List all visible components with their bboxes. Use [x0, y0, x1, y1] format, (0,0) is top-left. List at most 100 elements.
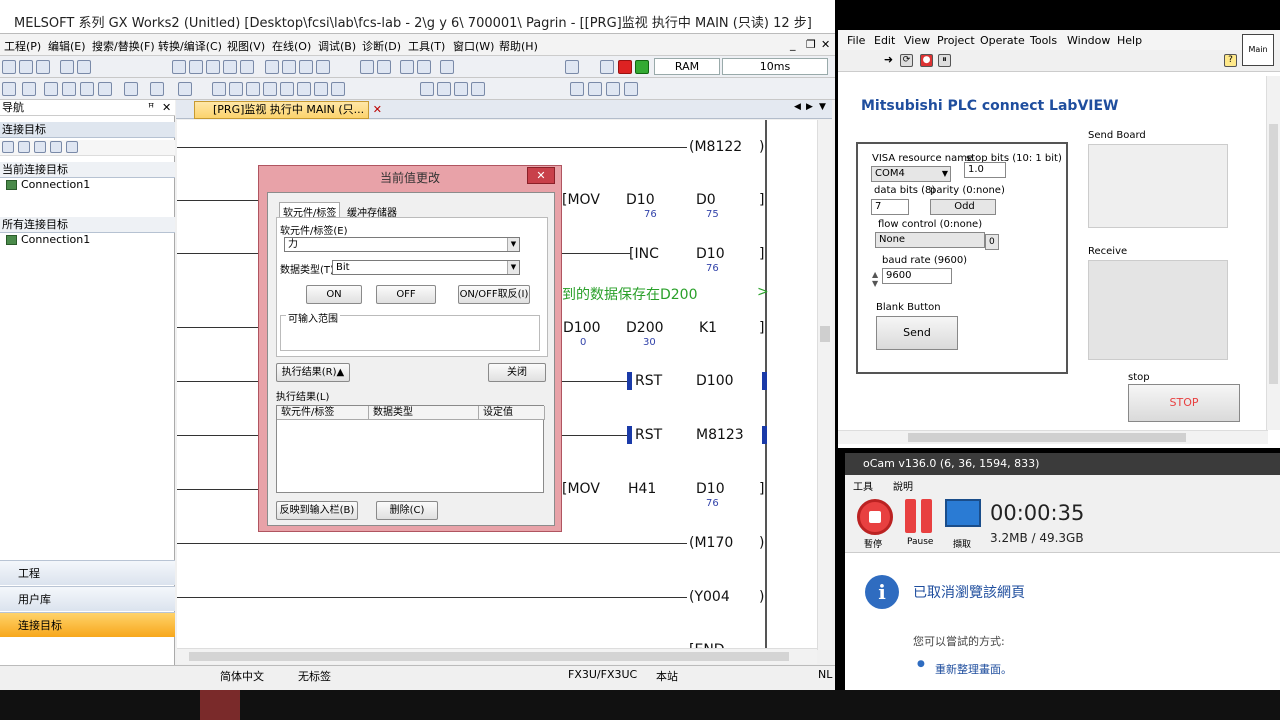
grid-icon[interactable] [22, 82, 36, 96]
dev3-icon[interactable] [440, 60, 454, 74]
pause-icon[interactable] [905, 499, 935, 533]
contact-no-icon[interactable] [212, 82, 226, 96]
nav-bottom-project[interactable]: 工程 [0, 560, 175, 585]
dev-b-icon[interactable] [80, 82, 94, 96]
refresh-icon[interactable] [50, 141, 62, 153]
baud-rate-numeric[interactable]: 9600 [882, 268, 952, 284]
scroll-thumb[interactable] [189, 652, 789, 661]
nav-all-connection[interactable]: Connection1 [6, 233, 90, 246]
pulse-up-icon[interactable] [420, 82, 434, 96]
undo-icon[interactable] [223, 60, 237, 74]
lv-menu-tools[interactable]: Tools [1030, 34, 1057, 47]
stopbits-numeric[interactable]: 1.0 [964, 162, 1006, 178]
sync-icon[interactable] [66, 141, 78, 153]
f6-icon[interactable] [588, 82, 602, 96]
context-help-icon[interactable]: ? [1224, 54, 1237, 67]
device-list-icon[interactable] [360, 60, 374, 74]
scroll-thumb[interactable] [1269, 124, 1278, 384]
monitor-start-icon[interactable] [600, 60, 614, 74]
nav-current-connection[interactable]: Connection1 [6, 178, 90, 191]
monitor-icon[interactable] [265, 60, 279, 74]
lv-horizontal-scrollbar[interactable] [838, 430, 1268, 444]
lv-menu-project[interactable]: Project [937, 34, 975, 47]
nav-close-icon[interactable]: ✕ [162, 100, 171, 116]
menu-diagnostics[interactable]: 诊断(D) [362, 38, 401, 54]
exec-result-table[interactable]: 软元件/标签 数据类型 设定值 [276, 405, 545, 493]
verify-icon[interactable] [316, 60, 330, 74]
chevron-down-icon[interactable]: ▼ [507, 238, 519, 251]
print-icon[interactable] [60, 60, 74, 74]
menu-online[interactable]: 在线(O) [272, 38, 311, 54]
lv-menu-operate[interactable]: Operate [980, 34, 1025, 47]
operand-d0[interactable]: D0 [696, 192, 716, 208]
close-icon[interactable]: ✕ [821, 38, 830, 51]
record-stop-icon[interactable] [857, 499, 893, 535]
send-button[interactable]: Send [876, 316, 958, 350]
line-h-icon[interactable] [314, 82, 328, 96]
operand-rst-m8123[interactable]: M8123 [696, 427, 744, 443]
coil-y004[interactable]: (Y004 [689, 589, 730, 605]
cut-icon[interactable] [172, 60, 186, 74]
restore-icon[interactable]: ❐ [806, 38, 816, 51]
tab-main-monitor[interactable]: [PRG]监视 执行中 MAIN (只... ✕ [194, 101, 382, 119]
operand-d100[interactable]: D100 [563, 320, 601, 336]
close-button[interactable]: 关闭 [488, 363, 546, 382]
device-dev-icon[interactable] [377, 60, 391, 74]
toggle-button[interactable]: ON/OFF取反(I) [458, 285, 530, 304]
operand-mov2-d10[interactable]: D10 [696, 481, 725, 497]
coil-m170[interactable]: (M170 [689, 535, 733, 551]
save-icon[interactable] [36, 60, 50, 74]
on-button[interactable]: ON [306, 285, 362, 304]
tab-list-icon[interactable]: ▼ [819, 102, 826, 112]
window-icon[interactable] [44, 82, 58, 96]
zoom-icon[interactable] [565, 60, 579, 74]
capture-icon[interactable] [945, 499, 981, 527]
operand-d10[interactable]: D10 [626, 192, 655, 208]
pulse-para-down-icon[interactable] [471, 82, 485, 96]
ladder-icon[interactable] [2, 82, 16, 96]
connect-icon[interactable] [2, 141, 14, 153]
scroll-thumb[interactable] [908, 433, 1186, 442]
pulse-para-icon[interactable] [454, 82, 468, 96]
f5-icon[interactable] [570, 82, 584, 96]
lv-menu-edit[interactable]: Edit [874, 34, 895, 47]
tab-close-icon[interactable]: ✕ [373, 102, 382, 118]
f7-icon[interactable] [606, 82, 620, 96]
parallel-no-icon[interactable] [246, 82, 260, 96]
pulse-down-icon[interactable] [437, 82, 451, 96]
delete-button[interactable]: 删除(C) [376, 501, 438, 520]
menu-help[interactable]: 帮助(H) [499, 38, 538, 54]
increment-decrement-icon[interactable]: ▲ ▼ [872, 270, 878, 288]
refresh-link[interactable]: 重新整理畫面。 [935, 661, 1012, 677]
nav-bottom-connection[interactable]: 连接目标 [0, 612, 175, 637]
dialog-close-button[interactable]: ✕ [527, 167, 555, 184]
dev-icon[interactable] [400, 60, 414, 74]
nav-bottom-userlib[interactable]: 用户库 [0, 586, 175, 611]
lv-vertical-scrollbar[interactable] [1266, 76, 1280, 430]
dev-c-icon[interactable] [98, 82, 112, 96]
dev-a-icon[interactable] [62, 82, 76, 96]
ladder-vertical-scrollbar[interactable] [817, 120, 832, 650]
run-icon[interactable] [635, 60, 649, 74]
instruction-icon[interactable] [297, 82, 311, 96]
ladder-horizontal-scrollbar[interactable] [177, 648, 817, 664]
data-type-combo[interactable]: Bit ▼ [332, 260, 520, 275]
open-folder-icon[interactable] [19, 60, 33, 74]
menu-search[interactable]: 搜索/替换(F) [92, 38, 155, 54]
settings-icon[interactable] [178, 82, 192, 96]
taskbar-app-button[interactable] [200, 690, 240, 720]
write-plc-icon[interactable] [282, 60, 296, 74]
operand-k1[interactable]: K1 [699, 320, 717, 336]
parity-ring[interactable]: Odd [930, 199, 996, 215]
watch-icon[interactable] [124, 82, 138, 96]
scroll-thumb[interactable] [820, 326, 830, 342]
f8-icon[interactable] [624, 82, 638, 96]
pin-icon[interactable]: ꟸ [148, 100, 154, 116]
find-icon[interactable] [150, 82, 164, 96]
contact-nc-icon[interactable] [229, 82, 243, 96]
copy-icon[interactable] [189, 60, 203, 74]
operand-inc-d10[interactable]: D10 [696, 246, 725, 262]
new-file-icon[interactable] [2, 60, 16, 74]
chevron-down-icon[interactable]: ▼ [507, 261, 519, 274]
menu-tools[interactable]: 工具(T) [408, 38, 445, 54]
